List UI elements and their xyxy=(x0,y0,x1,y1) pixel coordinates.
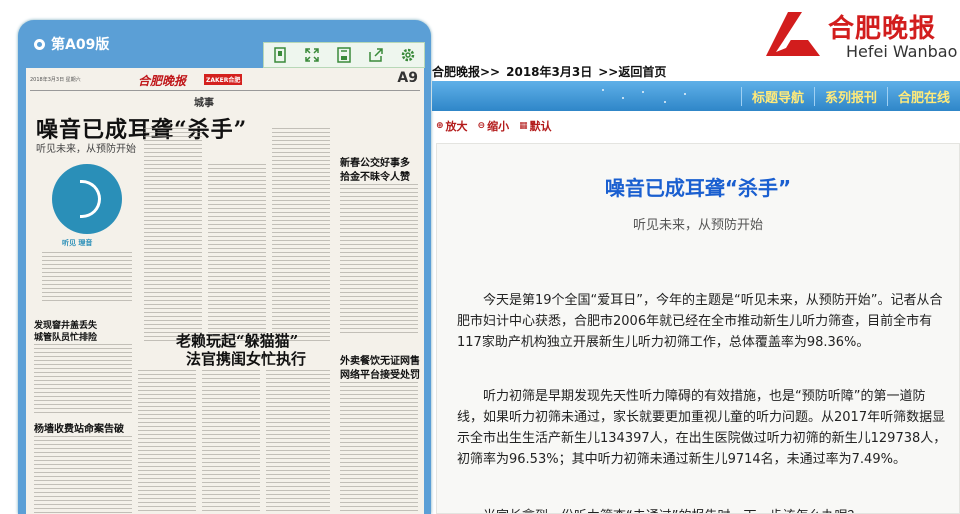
zoom-out-button[interactable]: ⊖ 缩小 xyxy=(478,118,510,134)
zoom-in-label: 放大 xyxy=(445,120,468,133)
edition-label[interactable]: 第A09版 xyxy=(34,34,109,54)
article-paragraph: 当家长拿到一份听力筛查“未通过”的报告时，下一步该怎么办呢？ xyxy=(457,506,947,513)
logo-caption: 听见 理音 xyxy=(62,239,93,247)
paper-subhead: 听见未来，从预防开始 xyxy=(36,144,136,155)
paper-masthead: 2018年3月3日 星期六 合肥晚报 ZAKER合肥 A9 xyxy=(26,68,424,102)
text-block xyxy=(34,436,132,514)
nav-items: 标题导航 系列报刊 合肥在线 xyxy=(740,81,960,111)
brand-mark-icon xyxy=(766,12,820,56)
edition-dot-icon xyxy=(34,38,45,50)
settings-icon[interactable] xyxy=(397,45,419,65)
article-panel: 噪音已成耳聋“杀手” 听见未来，从预防开始 今天是第19个全国“爱耳日”，今年的… xyxy=(436,143,960,514)
zoom-default-button[interactable]: ▦ 默认 xyxy=(519,118,552,134)
page-icon[interactable] xyxy=(269,45,291,65)
text-block xyxy=(202,370,260,514)
paper-logo: 合肥晚报 xyxy=(138,74,187,88)
text-block xyxy=(42,252,132,304)
zoom-default-label: 默认 xyxy=(529,120,552,133)
article-title: 噪音已成耳聋“杀手” xyxy=(604,176,792,200)
brand-name-cn: 合肥晚报 xyxy=(828,14,937,44)
article-paragraph: 今天是第19个全国“爱耳日”，今年的主题是“听见未来，从预防开始”。记者从合肥市… xyxy=(457,293,943,350)
breadcrumb: 合肥晚报>> 2018年3月3日 >>返回首页 xyxy=(432,63,672,80)
text-block xyxy=(340,382,418,514)
zoom-default-icon: ▦ xyxy=(519,121,528,131)
paper-section: 城事 xyxy=(194,98,214,109)
nav-item-headlines[interactable]: 标题导航 xyxy=(740,86,814,106)
zoom-controls: ⊕ 放大 ⊖ 缩小 ▦ 默认 xyxy=(436,118,552,134)
zoom-out-icon: ⊖ xyxy=(477,121,486,131)
text-block xyxy=(34,344,132,414)
zoom-in-icon: ⊕ xyxy=(436,121,444,131)
paper-date: 2018年3月3日 星期六 xyxy=(30,77,81,83)
save-icon[interactable] xyxy=(333,45,355,65)
text-block xyxy=(266,370,330,514)
brand-logo[interactable]: 合肥晚报 Hefei Wanbao xyxy=(760,6,960,64)
nav-bar: 标题导航 系列报刊 合肥在线 xyxy=(432,81,960,111)
text-block xyxy=(208,164,266,344)
fullscreen-icon[interactable] xyxy=(301,45,323,65)
reader-header: 第A09版 xyxy=(18,20,431,68)
paper-page-number: A9 xyxy=(397,70,418,86)
zoom-in-button[interactable]: ⊕ 放大 xyxy=(436,118,468,134)
side-headline-2: 外卖餐饮无证网售 xyxy=(340,356,420,367)
left-headline-2: 杨墙收费站命案告破 xyxy=(34,424,124,435)
side-headline-2b: 网络平台接受处罚 xyxy=(340,370,420,381)
text-block xyxy=(272,128,330,344)
side-headline-1b: 拾金不昧令人赞 xyxy=(340,172,410,183)
side-headline-1: 新春公交好事多 xyxy=(340,158,410,169)
edition-text: 第A09版 xyxy=(51,37,110,53)
breadcrumb-back-link[interactable]: >>返回首页 xyxy=(598,65,666,79)
reader-toolbar xyxy=(263,42,425,68)
share-icon[interactable] xyxy=(365,45,387,65)
text-block xyxy=(340,184,418,334)
article-paragraph: 听力初筛是早期发现先天性听力障碍的有效措施，也是“预防听障”的第一道防线，如果听… xyxy=(457,389,947,467)
newspaper-page-image[interactable]: 2018年3月3日 星期六 合肥晚报 ZAKER合肥 A9 城事 噪音已成耳聋“… xyxy=(26,68,424,514)
left-headline-1b: 城管队员忙排险 xyxy=(34,333,98,343)
breadcrumb-date: 2018年3月3日 xyxy=(506,65,593,79)
paper-divider xyxy=(30,90,420,91)
nav-item-publications[interactable]: 系列报刊 xyxy=(813,86,887,106)
ear-logo-icon xyxy=(52,164,122,234)
brand-name-en: Hefei Wanbao xyxy=(846,42,958,61)
article-subtitle: 听见未来，从预防开始 xyxy=(632,218,763,233)
paper-partner: ZAKER合肥 xyxy=(204,74,243,85)
epaper-reader-panel: 第A09版 2018年3月3日 星期六 合肥晚报 ZAKER合肥 A9 城事 噪… xyxy=(18,20,431,514)
text-block xyxy=(138,370,196,514)
breadcrumb-site-link[interactable]: 合肥晚报>> xyxy=(432,65,500,79)
story2-headline-b: 法官携闺女忙执行 xyxy=(186,350,307,368)
nav-item-online[interactable]: 合肥在线 xyxy=(886,86,960,106)
zoom-out-label: 缩小 xyxy=(487,120,510,133)
text-block xyxy=(144,128,202,344)
